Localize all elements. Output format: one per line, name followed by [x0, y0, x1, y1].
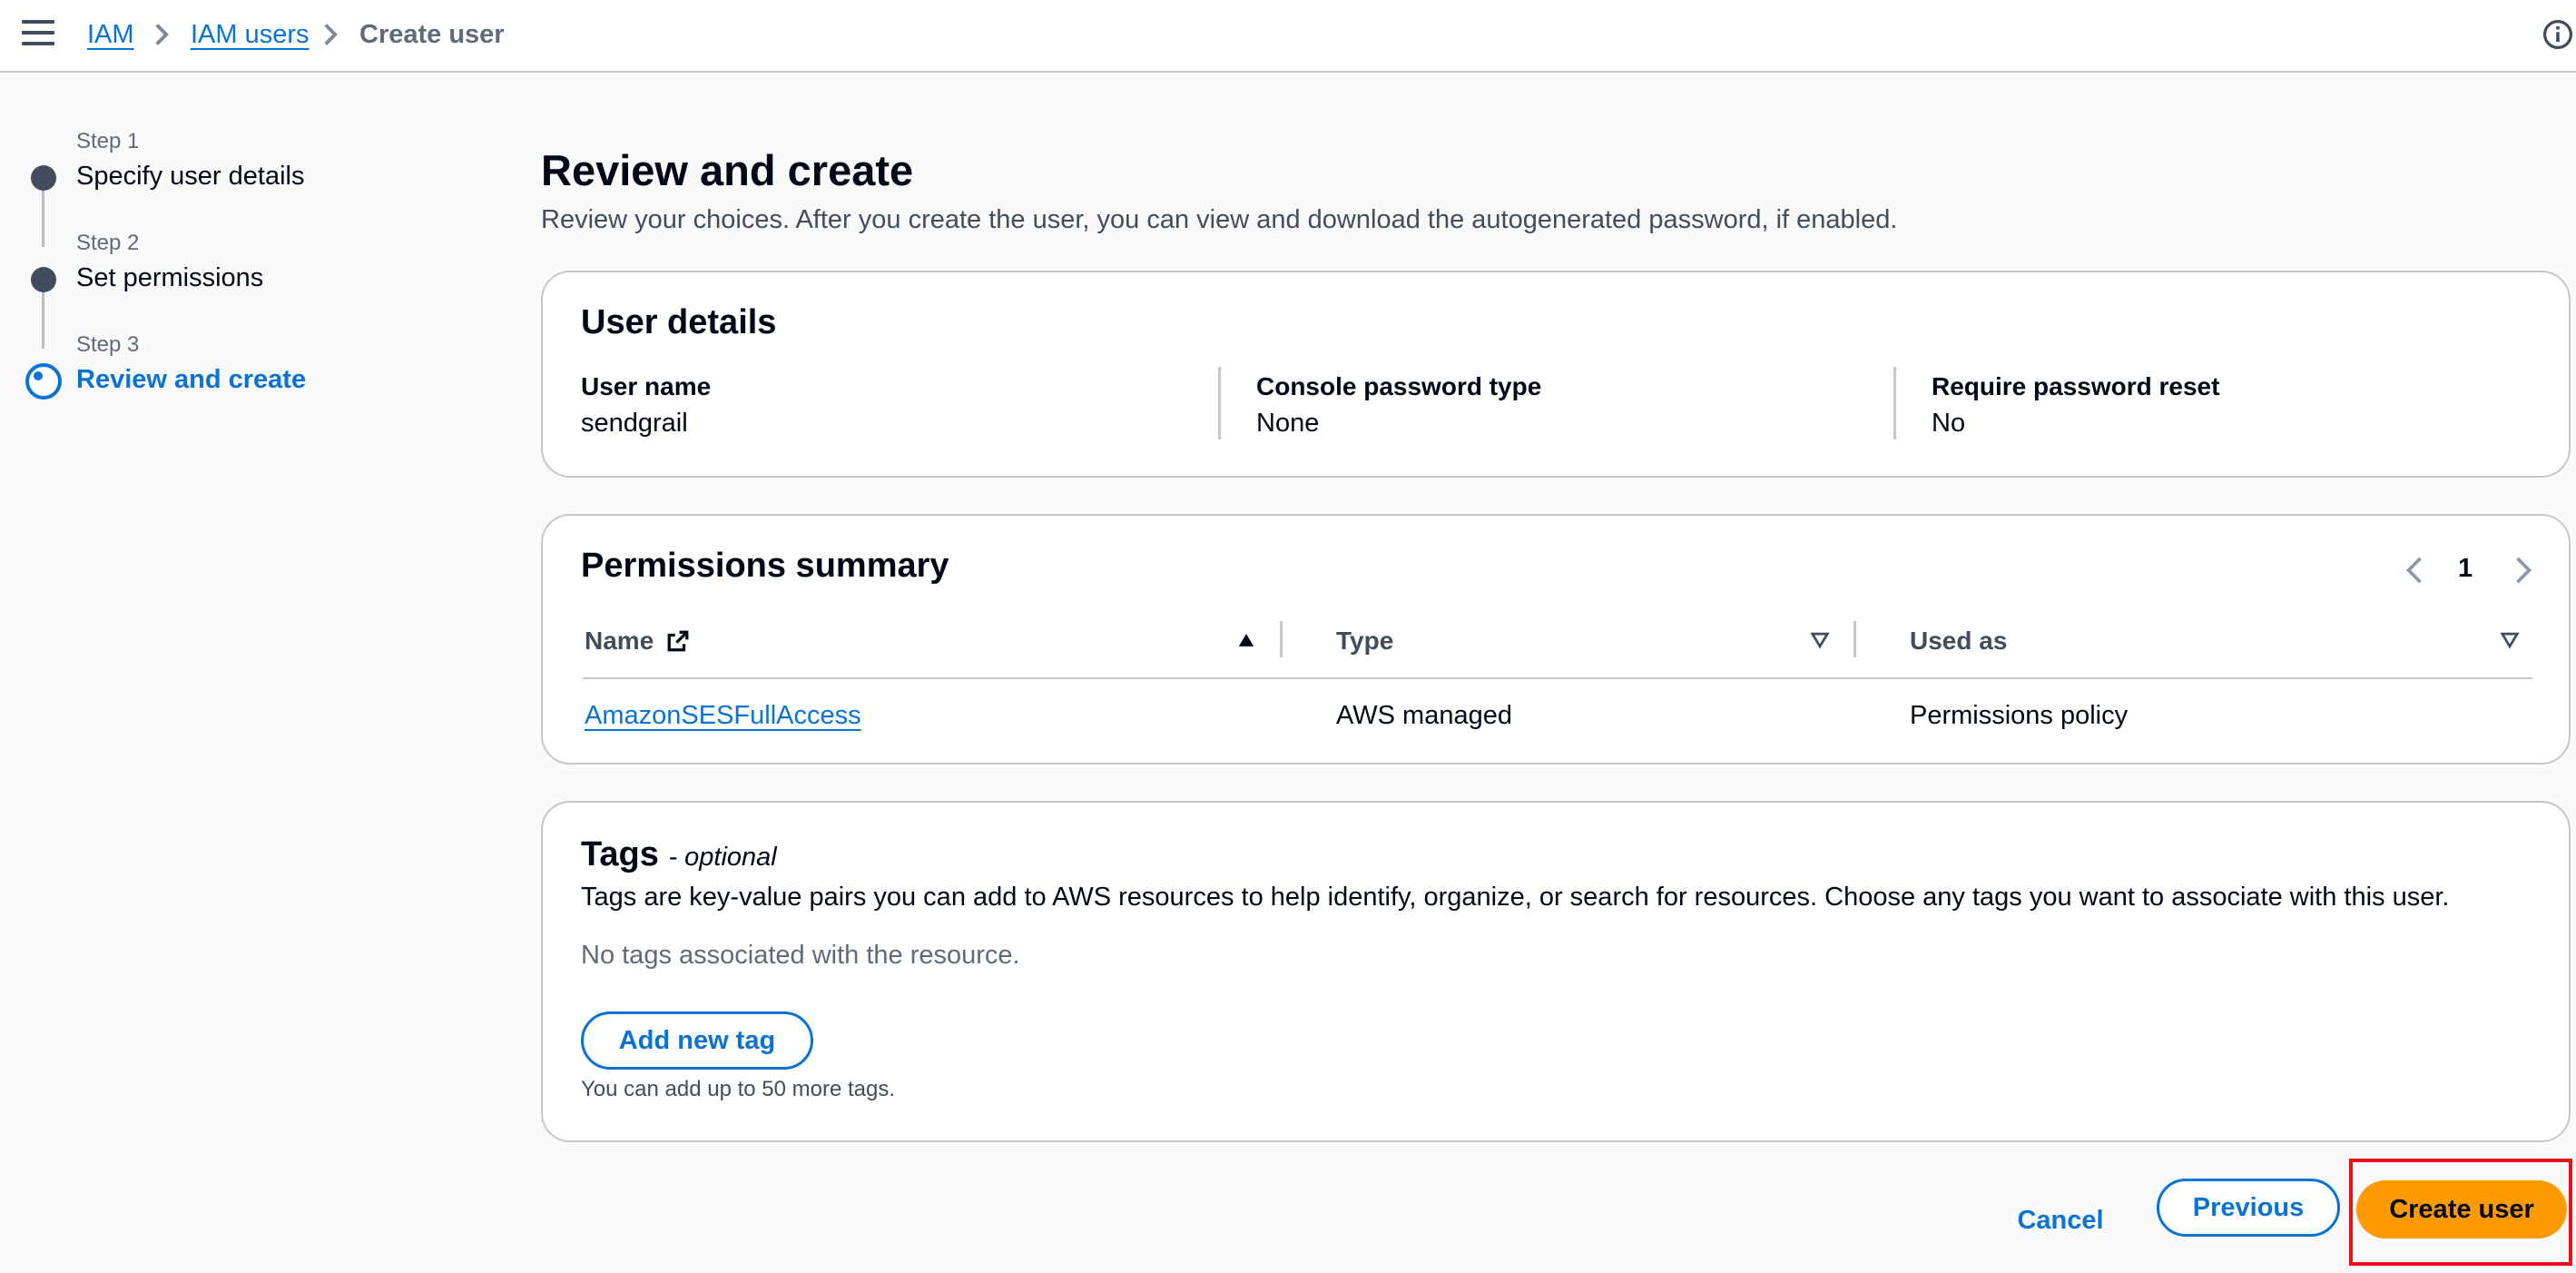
step-2-label: Step 2 — [76, 231, 140, 255]
step-connector — [42, 292, 44, 349]
column-resizer[interactable] — [1280, 621, 1283, 657]
page-title: Review and create — [541, 146, 914, 194]
policy-type-cell: AWS managed — [1336, 701, 1512, 730]
previous-button[interactable]: Previous — [2157, 1179, 2340, 1237]
policy-name-link[interactable]: AmazonSESFullAccess — [585, 701, 861, 731]
add-new-tag-button[interactable]: Add new tag — [581, 1011, 813, 1070]
user-details-container: User details User name sendgrail Console… — [541, 271, 2571, 478]
column-header-name-label: Name — [585, 627, 654, 655]
tags-container: Tags - optional Tags are key-value pairs… — [541, 801, 2571, 1142]
current-page-number[interactable]: 1 — [2458, 554, 2473, 584]
breadcrumb-iam[interactable]: IAM — [87, 18, 134, 51]
sort-ascending-icon[interactable] — [1236, 630, 1256, 650]
column-divider — [1893, 367, 1896, 439]
column-resizer[interactable] — [1853, 621, 1856, 657]
next-page-icon[interactable] — [2509, 552, 2536, 588]
tags-optional-label: - optional — [668, 843, 777, 872]
page-description: Review your choices. After you create th… — [541, 205, 1898, 234]
step-3-indicator — [25, 363, 62, 400]
console-password-type-value: None — [1256, 409, 1320, 438]
external-link-icon — [667, 630, 689, 652]
column-divider — [1218, 367, 1221, 439]
tags-limit-hint: You can add up to 50 more tags. — [581, 1077, 896, 1101]
breadcrumb-current-create-user: Create user — [359, 20, 505, 49]
info-icon[interactable] — [2542, 18, 2574, 51]
sort-descending-icon[interactable] — [1810, 630, 1830, 650]
step-3-label: Step 3 — [76, 332, 140, 357]
step-3-title: Review and create — [76, 365, 307, 394]
user-name-value: sendgrail — [581, 409, 688, 438]
cancel-button[interactable]: Cancel — [1997, 1191, 2124, 1249]
tags-description: Tags are key-value pairs you can add to … — [581, 883, 2450, 912]
top-navigation-bar: IAM IAM users Create user — [0, 0, 2576, 73]
chevron-right-icon — [324, 24, 338, 45]
hamburger-menu-icon[interactable] — [22, 20, 54, 51]
require-password-reset-value: No — [1932, 409, 1966, 438]
permissions-summary-container: Permissions summary 1 Name Type Used as — [541, 514, 2571, 765]
column-header-name[interactable]: Name — [585, 627, 690, 656]
tags-empty-message: No tags associated with the resource. — [581, 941, 1020, 970]
table-header-divider — [583, 677, 2532, 679]
previous-page-icon[interactable] — [2402, 552, 2429, 588]
permissions-summary-title: Permissions summary — [581, 547, 949, 585]
create-user-button[interactable]: Create user — [2356, 1180, 2567, 1238]
console-password-type-label: Console password type — [1256, 372, 1542, 400]
step-1-title[interactable]: Specify user details — [76, 162, 304, 192]
tags-title: Tags - optional — [581, 835, 777, 874]
tags-title-label: Tags — [581, 835, 659, 873]
main-content: Step 1 Specify user details Step 2 Set p… — [0, 73, 2576, 1273]
user-name-label: User name — [581, 372, 712, 400]
step-1-label: Step 1 — [76, 129, 140, 153]
sort-descending-icon[interactable] — [2500, 630, 2520, 650]
step-1-indicator — [31, 165, 56, 191]
user-details-title: User details — [581, 303, 777, 341]
step-2-indicator — [31, 267, 56, 292]
breadcrumb-iam-users[interactable]: IAM users — [191, 18, 310, 51]
step-connector — [42, 191, 44, 247]
step-2-title[interactable]: Set permissions — [76, 263, 263, 293]
require-password-reset-label: Require password reset — [1932, 372, 2220, 400]
policy-used-as-cell: Permissions policy — [1910, 701, 2129, 730]
column-header-used-as[interactable]: Used as — [1910, 627, 2007, 656]
chevron-right-icon — [155, 24, 169, 45]
column-header-type[interactable]: Type — [1336, 627, 1393, 656]
